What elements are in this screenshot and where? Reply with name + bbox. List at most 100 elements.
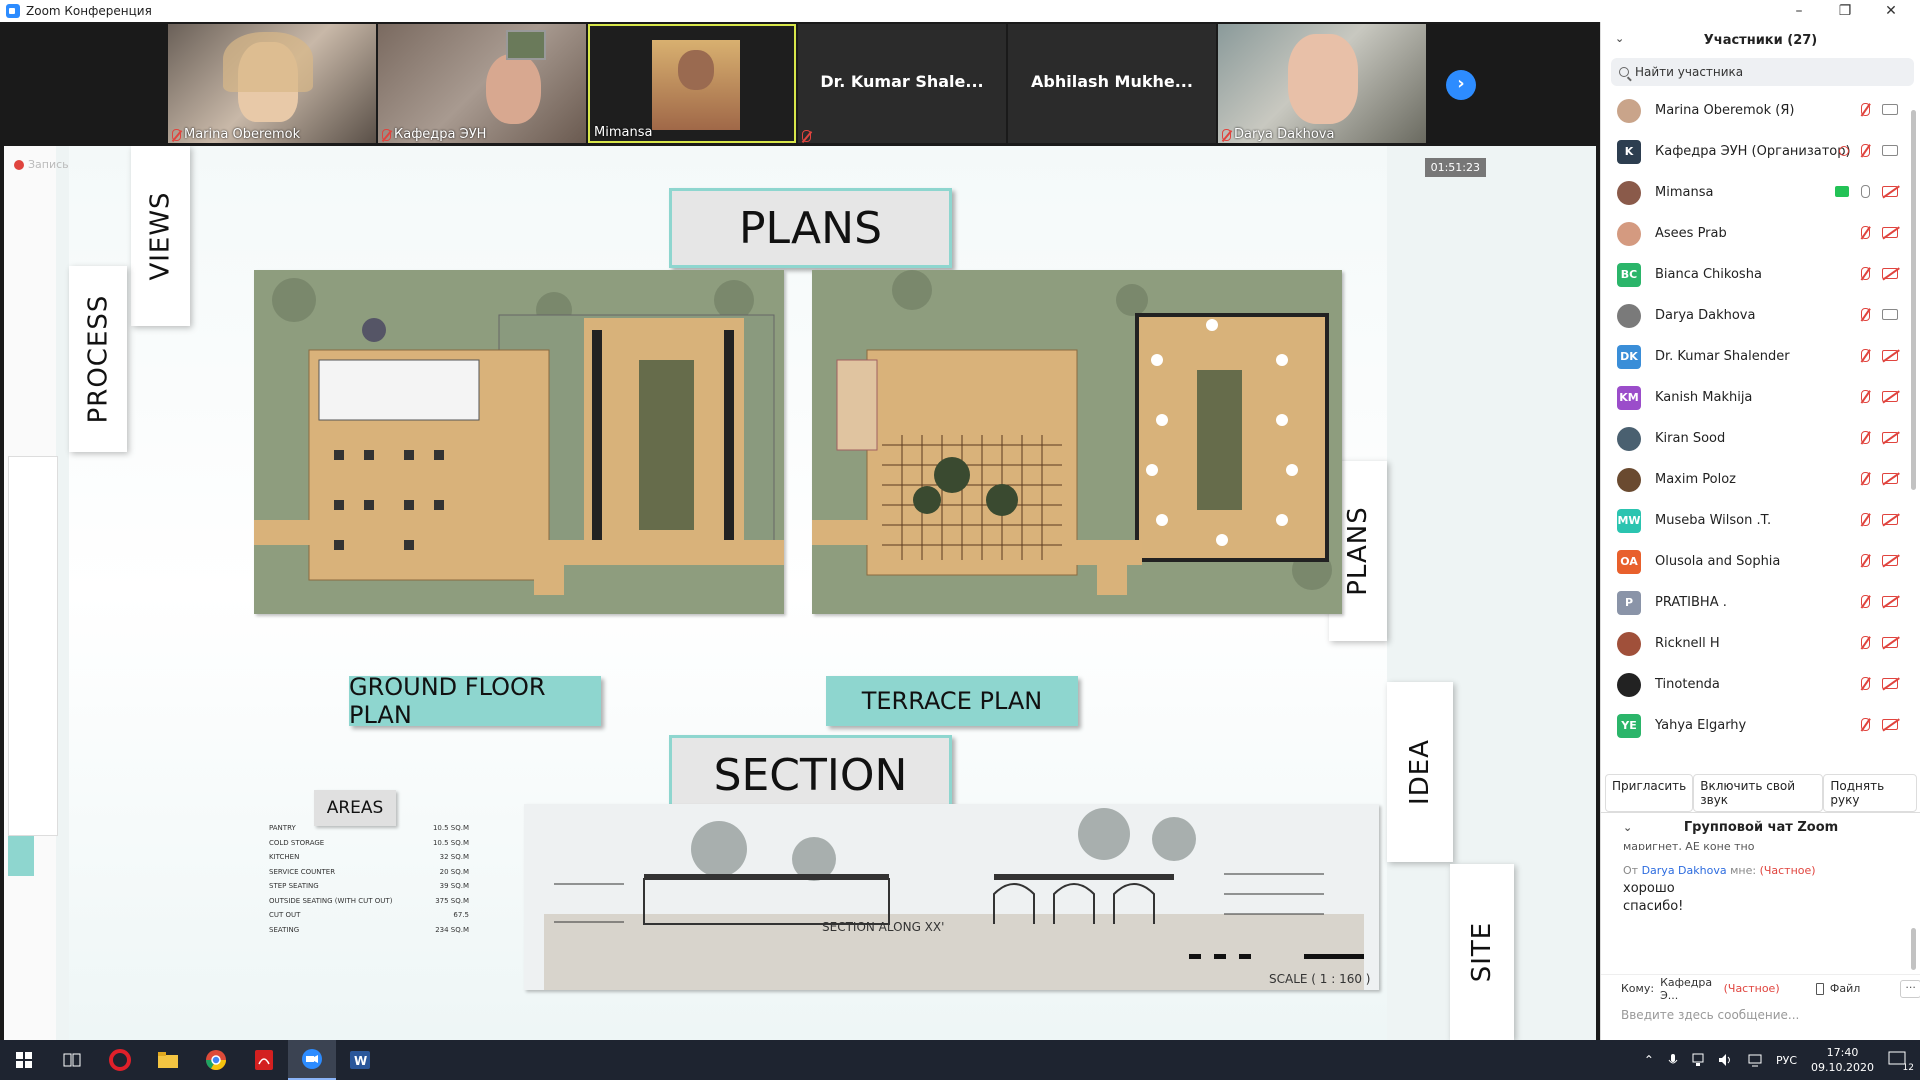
pdf-icon [255,1050,273,1070]
participant-row[interactable]: Tinotenda [1601,664,1920,705]
mic-muted-icon [1861,103,1870,116]
participant-row[interactable]: Ricknell H [1601,623,1920,664]
participant-row[interactable]: K Кафедра ЭУН (Организатор) [1601,131,1920,172]
chat-cut-text: маригнет, AE коне тно [1623,840,1755,850]
mic-muted-icon [1861,554,1870,567]
taskbar-acrobat[interactable] [240,1040,288,1080]
tab-process[interactable]: PROCESS [69,266,127,452]
participant-row[interactable]: Mimansa [1601,172,1920,213]
task-view-button[interactable] [48,1040,96,1080]
chat-recipient-select[interactable]: Кафедра Э... [1660,976,1718,1002]
meeting-timer: 01:51:23 [1424,158,1486,177]
participant-name: Museba Wilson .T. [1655,513,1772,528]
participant-name: Dr. Kumar Shalender [1655,349,1790,364]
participant-row[interactable]: Asees Prab [1601,213,1920,254]
taskbar-word[interactable]: W [336,1040,384,1080]
raise-hand-button[interactable]: Поднять руку [1823,774,1917,812]
tile-name: Кафедра ЭУН [382,127,486,142]
mic-muted-icon [1861,349,1870,362]
camera-off-icon [1882,596,1898,607]
chevron-down-icon[interactable]: ⌄ [1615,32,1624,45]
participant-face [678,50,714,90]
video-tile-0[interactable]: Marina Oberemok [168,24,376,143]
left-slide-fragment [8,456,58,836]
microphone-icon[interactable] [1668,1053,1678,1067]
participant-name: Marina Oberemok (Я) [1655,103,1795,118]
tab-idea[interactable]: IDEA [1387,682,1453,862]
participant-search[interactable]: Найти участника [1611,58,1914,86]
close-button[interactable]: ✕ [1868,0,1914,22]
video-tile-1[interactable]: Кафедра ЭУН [378,24,586,143]
participant-name: Maxim Poloz [1655,472,1737,487]
start-button[interactable] [0,1040,48,1080]
chat-private-tag: (Частное) [1723,982,1780,995]
notifications-button[interactable]: 12 [1888,1051,1914,1073]
participant-row[interactable]: Marina Oberemok (Я) [1601,90,1920,131]
video-tile-4[interactable]: Abhilash Mukhe... [1008,24,1216,143]
taskbar-zoom[interactable] [288,1040,336,1080]
ground-floor-plan-image [254,270,784,614]
invite-button[interactable]: Пригласить [1605,774,1694,812]
tab-plans-label: PLANS [1343,506,1373,596]
volume-icon[interactable] [1718,1053,1734,1067]
participant-name: Bianca Chikosha [1655,267,1762,282]
tab-views[interactable]: VIEWS [131,146,190,326]
chat-sender[interactable]: Darya Dakhova [1642,864,1727,877]
avatar: YE [1617,713,1641,738]
taskbar-opera[interactable] [96,1040,144,1080]
chevron-down-icon[interactable]: ⌄ [1623,821,1632,834]
clock[interactable]: 17:40 09.10.2020 [1811,1045,1874,1075]
taskbar-explorer[interactable] [144,1040,192,1080]
participant-status [1861,349,1898,362]
more-button[interactable]: ··· [1900,979,1920,998]
participant-row[interactable]: BC Bianca Chikosha [1601,254,1920,295]
chat-input[interactable]: Введите здесь сообщение... [1621,1008,1799,1022]
avatar: OA [1617,549,1641,574]
minimize-button[interactable]: – [1776,0,1822,22]
areas-table: PANTRY 10.5 SQ.M COLD STORAGE 10.5 SQ.M KI… [269,824,469,940]
next-page-button[interactable]: › [1446,70,1476,100]
video-tile-5[interactable]: Darya Dakhova [1218,24,1426,143]
avatar: BC [1617,262,1641,287]
unmute-button[interactable]: Включить свой звук [1693,774,1824,812]
chat-scrollbar[interactable] [1911,928,1916,970]
heading-plans: PLANS [669,188,952,268]
participant-row[interactable]: YE Yahya Elgarhy [1601,705,1920,746]
participant-status [1861,226,1898,239]
recording-icon [1839,145,1849,156]
participant-row[interactable]: Kiran Sood [1601,418,1920,459]
maximize-button[interactable]: ❐ [1822,0,1868,22]
video-tile-2[interactable]: Mimansa [588,24,796,143]
participant-name: Ricknell H [1655,636,1720,651]
participant-row[interactable]: P PRATIBHA . [1601,582,1920,623]
display-icon[interactable] [1748,1053,1762,1067]
camera-off-icon [1882,719,1898,730]
participant-status [1861,267,1898,280]
participant-row[interactable]: KM Kanish Makhija [1601,377,1920,418]
video-tile-3[interactable]: Dr. Kumar Shale... [798,24,1006,143]
zoom-logo-icon [6,4,20,18]
participant-row[interactable]: DK Dr. Kumar Shalender [1601,336,1920,377]
tile-name [802,130,811,142]
file-icon[interactable] [1815,982,1824,995]
ground-floor-plan-drawing [254,270,784,614]
participants-scrollbar[interactable] [1911,110,1916,490]
participant-row[interactable]: MW Museba Wilson .T. [1601,500,1920,541]
participant-face [486,54,541,124]
avatar [1617,303,1641,328]
network-icon[interactable] [1692,1053,1704,1067]
participant-row[interactable]: Darya Dakhova [1601,295,1920,336]
mic-muted-icon [1861,472,1870,485]
language-indicator[interactable]: РУС [1776,1054,1797,1067]
participant-row[interactable]: OA Olusola and Sophia [1601,541,1920,582]
camera-off-icon [1882,678,1898,689]
tab-site[interactable]: SITE [1450,864,1514,1040]
chat-header: ⌄ Групповой чат Zoom [1601,812,1920,842]
participant-name: Mimansa [1655,185,1714,200]
file-button[interactable]: Файл [1830,982,1860,995]
folder-icon [158,1052,178,1068]
chat-message: спасибо! [1623,899,1684,914]
participant-row[interactable]: Maxim Poloz [1601,459,1920,500]
taskbar-chrome[interactable] [192,1040,240,1080]
chevron-up-icon[interactable]: ⌃ [1644,1053,1654,1067]
